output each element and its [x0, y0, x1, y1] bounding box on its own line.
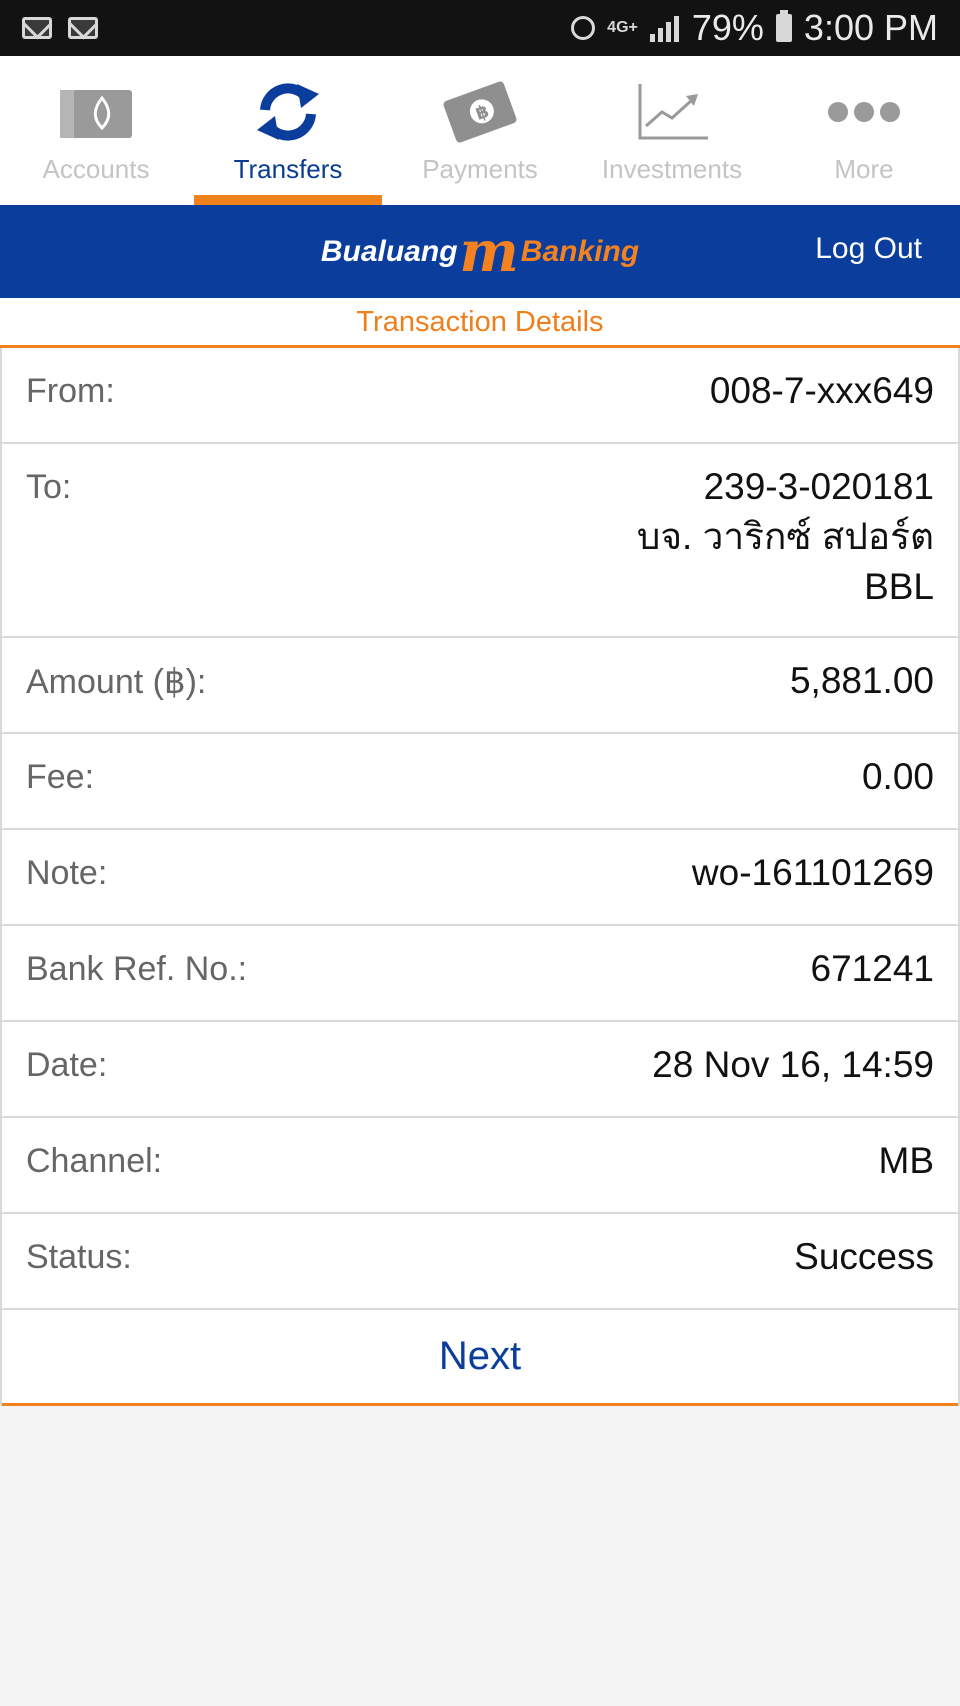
tab-label: Payments [422, 154, 538, 184]
status-bar: 4G+ 79% 3:00 PM [0, 0, 960, 56]
tab-label: Transfers [233, 154, 343, 184]
line-chart-icon [632, 80, 712, 144]
channel-label: Channel: [26, 1142, 163, 1180]
bank-ref-value: 671241 [810, 948, 934, 989]
detail-row-to: To: 239-3-020181 บจ. วาริกซ์ สปอร์ต BBL [2, 444, 958, 638]
battery-icon [775, 10, 792, 42]
next-button-label: Next [438, 1334, 522, 1378]
tab-label: More [834, 154, 894, 184]
gmail-notification-icon [22, 17, 52, 39]
tab-more[interactable]: More [768, 56, 960, 205]
to-bank: BBL [864, 566, 934, 607]
tab-payments[interactable]: ฿ Payments [384, 56, 576, 205]
from-value: 008-7-xxx649 [709, 370, 934, 411]
detail-row-from: From: 008-7-xxx649 [2, 348, 958, 444]
detail-row-status: Status: Success [2, 1214, 958, 1310]
bank-ref-label: Bank Ref. No.: [26, 950, 248, 988]
email-notification-icon [68, 17, 98, 39]
transfer-arrows-icon [248, 80, 328, 144]
detail-row-note: Note: wo-161101269 [2, 830, 958, 926]
to-name: บจ. วาริกซ์ สปอร์ต [636, 516, 934, 557]
page-title: Transaction Details [0, 298, 960, 348]
tab-accounts[interactable]: Accounts [0, 56, 192, 205]
baht-card-icon: ฿ [440, 80, 520, 144]
alarm-icon [571, 16, 596, 40]
channel-value: MB [878, 1140, 935, 1181]
detail-row-bank-ref: Bank Ref. No.: 671241 [2, 926, 958, 1022]
fee-value: 0.00 [861, 756, 934, 797]
tab-label: Accounts [42, 154, 150, 184]
clock: 3:00 PM [803, 7, 938, 48]
logo-text-banking: Banking [520, 234, 640, 268]
detail-row-channel: Channel: MB [2, 1118, 958, 1214]
logo-text-bualuang: Bualuang [320, 234, 458, 268]
amount-label: Amount (฿): [26, 663, 207, 701]
app-header: Bualuang m Banking Log Out [0, 205, 960, 298]
to-value: 239-3-020181 บจ. วาริกซ์ สปอร์ต BBL [637, 462, 934, 636]
transaction-details: From: 008-7-xxx649 To: 239-3-020181 บจ. … [0, 348, 960, 1406]
date-value: 28 Nov 16, 14:59 [652, 1044, 934, 1085]
date-label: Date: [26, 1046, 108, 1084]
to-account: 239-3-020181 [703, 466, 934, 507]
fee-label: Fee: [26, 758, 95, 796]
status-label: Status: [26, 1238, 132, 1276]
from-label: From: [26, 372, 115, 410]
to-label: To: [26, 468, 72, 506]
network-type: 4G+ [607, 19, 638, 36]
detail-row-fee: Fee: 0.00 [2, 734, 958, 830]
logo-text-m: m [459, 218, 519, 285]
main-tab-bar: Accounts Transfers ฿ Payments Investment… [0, 56, 960, 205]
battery-percent: 79% [691, 7, 764, 48]
logout-button[interactable]: Log Out [815, 232, 922, 266]
note-value: wo-161101269 [691, 852, 934, 893]
wallet-icon [56, 80, 136, 144]
tab-investments[interactable]: Investments [576, 56, 768, 205]
status-value: Success [794, 1236, 934, 1277]
next-button[interactable]: Next [2, 1310, 958, 1406]
tab-label: Investments [601, 154, 743, 184]
bualuang-mbanking-logo: Bualuang m Banking [321, 219, 639, 285]
amount-value: 5,881.00 [789, 660, 934, 701]
tab-transfers[interactable]: Transfers [192, 56, 384, 205]
note-label: Note: [26, 854, 108, 892]
more-dots-icon [824, 80, 904, 144]
detail-row-date: Date: 28 Nov 16, 14:59 [2, 1022, 958, 1118]
detail-row-amount: Amount (฿): 5,881.00 [2, 638, 958, 734]
signal-icon [649, 14, 680, 42]
